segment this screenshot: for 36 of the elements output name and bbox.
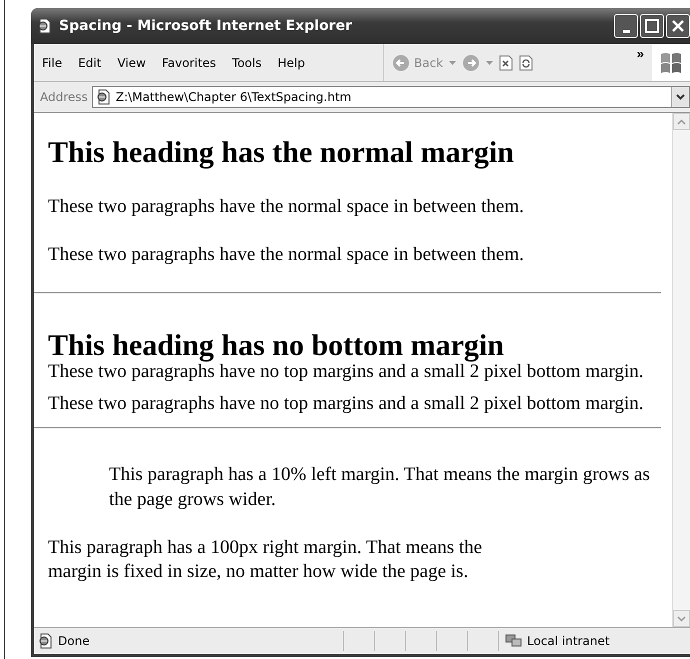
address-field[interactable]: Z:\Matthew\Chapter 6\TextSpacing.htm [92,86,690,108]
chevron-up-icon [677,118,686,124]
paragraph: These two paragraphs have no top margins and a small 2 pixel bottom margin. [48,360,645,384]
address-label: Address [40,90,88,104]
network-icon [505,633,523,649]
maximize-icon [645,19,659,33]
chevron-down-icon [677,616,686,622]
page-icon [37,18,53,34]
close-button[interactable] [666,14,690,38]
paragraph: This paragraph has a 10% left margin. That means the margin grows as the page grows wider. [109,463,651,512]
page-icon [38,633,54,649]
close-icon [671,19,685,33]
page-heading: This heading has no bottom margin [48,330,505,361]
menu-item[interactable]: Edit [70,56,110,70]
stop-icon[interactable] [499,54,514,70]
window-title: Spacing - Microsoft Internet Explorer [59,18,353,34]
paragraph: These two paragraphs have no top margins and a small 2 pixel bottom margin. [48,393,645,416]
toolbar-overflow[interactable]: » [628,46,652,61]
menu-item[interactable]: Help [270,56,313,70]
paragraph: These two paragraphs have the normal space in between them. [48,244,525,267]
page-heading: This heading has the normal margin [48,135,515,171]
menu-item[interactable]: File [34,56,70,70]
minimize-icon [622,30,630,32]
paragraph: These two paragraphs have the normal space in between them. [48,196,525,219]
zone-text: Local intranet [527,634,610,648]
menu-item[interactable]: Favorites [154,56,224,70]
refresh-icon[interactable] [519,54,534,70]
paragraph: This paragraph has a 100px right margin. That means the margin is fixed in size, no matter how wide the page is. [48,536,484,584]
menu-item[interactable]: View [109,56,154,70]
maximize-button[interactable] [640,14,664,38]
minimize-button[interactable] [614,14,638,38]
page-icon [96,89,112,105]
status-text: Done [58,634,90,648]
menu-item[interactable]: Tools [224,56,270,70]
chevron-down-icon [676,94,685,100]
address-dropdown[interactable] [671,87,689,107]
